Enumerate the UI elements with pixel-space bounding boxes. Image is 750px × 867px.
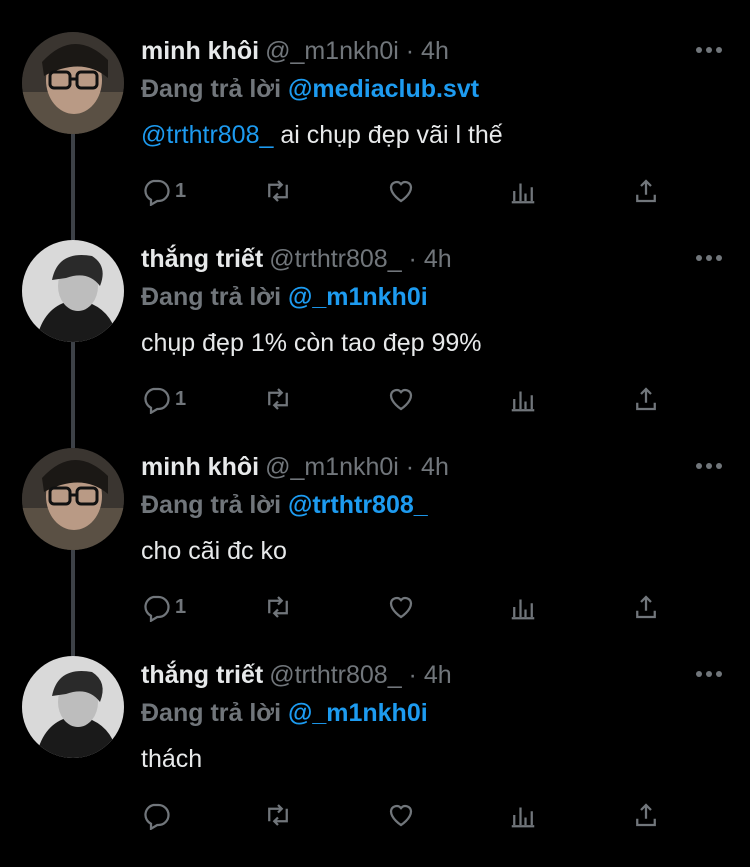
display-name[interactable]: thắng triết bbox=[141, 245, 263, 273]
replying-to: Đang trả lời @_m1nkh0i bbox=[141, 281, 428, 313]
tweet[interactable]: minh khôi @_m1nkh0i · 4h Đang trả lời @tr… bbox=[0, 448, 750, 659]
tweet[interactable]: thắng triết @trthtr808_ · 4h Đang trả lời… bbox=[0, 656, 750, 867]
share-icon bbox=[636, 387, 656, 411]
reply-button[interactable]: 1 bbox=[141, 589, 186, 625]
like-icon bbox=[389, 804, 413, 827]
handle-time: @trthtr808_ · 4h bbox=[269, 661, 452, 689]
replying-to-handle[interactable]: @_m1nkh0i bbox=[288, 699, 428, 727]
tweet-text: @trthtr808_ ai chụp đẹp vãi l thế bbox=[141, 119, 503, 151]
share-icon bbox=[636, 179, 656, 203]
more-icon[interactable] bbox=[696, 669, 722, 679]
like-icon bbox=[389, 388, 413, 411]
mention-link[interactable]: @trthtr808_ bbox=[141, 121, 273, 149]
replying-to: Đang trả lời @trthtr808_ bbox=[141, 489, 428, 521]
share-button[interactable] bbox=[631, 173, 661, 209]
replying-to-label: Đang trả lời bbox=[141, 283, 282, 311]
analytics-icon bbox=[511, 599, 535, 620]
analytics-button[interactable] bbox=[508, 797, 538, 833]
reply-button[interactable]: 1 bbox=[141, 173, 186, 209]
retweet-icon bbox=[268, 180, 288, 202]
tweet-header: thắng triết @trthtr808_ · 4h bbox=[141, 243, 452, 275]
replying-to: Đang trả lời @mediaclub.svt bbox=[141, 73, 479, 105]
avatar[interactable] bbox=[22, 656, 124, 758]
avatar[interactable] bbox=[22, 448, 124, 550]
avatar[interactable] bbox=[22, 240, 124, 342]
more-icon[interactable] bbox=[696, 253, 722, 263]
retweet-button[interactable] bbox=[263, 797, 293, 833]
tweet-header: minh khôi @_m1nkh0i · 4h bbox=[141, 451, 449, 483]
reply-count: 1 bbox=[175, 595, 187, 618]
more-icon[interactable] bbox=[696, 45, 722, 55]
share-button[interactable] bbox=[631, 381, 661, 417]
handle-time: @_m1nkh0i · 4h bbox=[265, 453, 449, 481]
replying-to-label: Đang trả lời bbox=[141, 75, 282, 103]
like-button[interactable] bbox=[386, 173, 416, 209]
tweet-header: minh khôi @_m1nkh0i · 4h bbox=[141, 35, 449, 67]
reply-thread: minh khôi @_m1nkh0i · 4h Đang trả lời @me… bbox=[0, 0, 750, 855]
reply-icon bbox=[144, 595, 170, 622]
reply-button[interactable]: 1 bbox=[141, 381, 186, 417]
replying-to-handle[interactable]: @mediaclub.svt bbox=[288, 75, 479, 103]
display-name[interactable]: minh khôi bbox=[141, 453, 259, 481]
tweet-body: thách bbox=[141, 745, 203, 773]
reply-count: 1 bbox=[175, 179, 187, 202]
reply-button[interactable] bbox=[141, 797, 175, 833]
retweet-button[interactable] bbox=[263, 589, 293, 625]
analytics-button[interactable] bbox=[508, 381, 538, 417]
replying-to-label: Đang trả lời bbox=[141, 491, 282, 519]
tweet-body: ai chụp đẹp vãi l thế bbox=[273, 121, 503, 149]
tweet-body: cho cãi đc ko bbox=[141, 537, 287, 565]
tweet-actions: 1 bbox=[141, 173, 681, 209]
replying-to-label: Đang trả lời bbox=[141, 699, 282, 727]
like-button[interactable] bbox=[386, 589, 416, 625]
handle-time: @trthtr808_ · 4h bbox=[269, 245, 452, 273]
tweet-header: thắng triết @trthtr808_ · 4h bbox=[141, 659, 452, 691]
reply-icon bbox=[144, 387, 170, 414]
reply-icon bbox=[144, 179, 170, 206]
share-button[interactable] bbox=[631, 589, 661, 625]
replying-to-handle[interactable]: @_m1nkh0i bbox=[288, 283, 428, 311]
share-icon bbox=[636, 803, 656, 827]
reply-icon bbox=[144, 803, 170, 830]
like-button[interactable] bbox=[386, 797, 416, 833]
tweet-actions bbox=[141, 797, 681, 833]
analytics-button[interactable] bbox=[508, 173, 538, 209]
analytics-button[interactable] bbox=[508, 589, 538, 625]
like-icon bbox=[389, 596, 413, 619]
tweet-actions: 1 bbox=[141, 381, 681, 417]
like-button[interactable] bbox=[386, 381, 416, 417]
analytics-icon bbox=[511, 807, 535, 828]
handle-time: @_m1nkh0i · 4h bbox=[265, 37, 449, 65]
avatar[interactable] bbox=[22, 32, 124, 134]
display-name[interactable]: minh khôi bbox=[141, 37, 259, 65]
tweet-body: chụp đẹp 1% còn tao đẹp 99% bbox=[141, 329, 482, 357]
share-button[interactable] bbox=[631, 797, 661, 833]
analytics-icon bbox=[511, 391, 535, 412]
tweet-actions: 1 bbox=[141, 589, 681, 625]
tweet-text: cho cãi đc ko bbox=[141, 535, 287, 567]
tweet-text: thách bbox=[141, 743, 202, 775]
retweet-icon bbox=[268, 596, 288, 618]
share-icon bbox=[636, 595, 656, 619]
replying-to-handle[interactable]: @trthtr808_ bbox=[288, 491, 428, 519]
analytics-icon bbox=[511, 183, 535, 204]
like-icon bbox=[389, 180, 413, 203]
retweet-button[interactable] bbox=[263, 173, 293, 209]
retweet-icon bbox=[268, 804, 288, 826]
more-icon[interactable] bbox=[696, 461, 722, 471]
tweet[interactable]: thắng triết @trthtr808_ · 4h Đang trả lời… bbox=[0, 240, 750, 451]
retweet-icon bbox=[268, 388, 288, 410]
retweet-button[interactable] bbox=[263, 381, 293, 417]
reply-count: 1 bbox=[175, 387, 187, 410]
display-name[interactable]: thắng triết bbox=[141, 661, 263, 689]
tweet-text: chụp đẹp 1% còn tao đẹp 99% bbox=[141, 327, 482, 359]
replying-to: Đang trả lời @_m1nkh0i bbox=[141, 697, 428, 729]
tweet[interactable]: minh khôi @_m1nkh0i · 4h Đang trả lời @me… bbox=[0, 32, 750, 243]
